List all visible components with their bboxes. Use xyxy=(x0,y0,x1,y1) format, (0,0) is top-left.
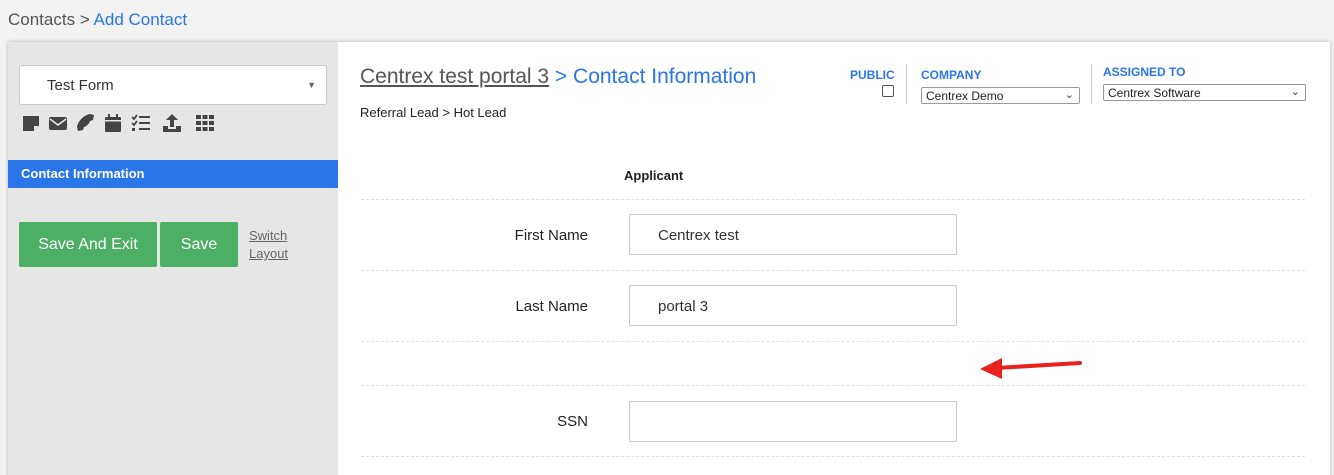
first-name-field[interactable]: Centrex test xyxy=(629,214,957,255)
assigned-to-label: ASSIGNED TO xyxy=(1103,65,1186,79)
calendar-icon[interactable] xyxy=(103,113,123,133)
breadcrumb-contacts[interactable]: Contacts xyxy=(8,10,75,29)
divider xyxy=(906,64,907,104)
annotation-arrow-icon xyxy=(980,358,1082,379)
assigned-to-select[interactable]: Centrex Software ⌄ xyxy=(1103,84,1306,101)
last-name-field[interactable]: portal 3 xyxy=(629,285,957,326)
ssn-label: SSN xyxy=(557,413,588,430)
section-title: > Contact Information xyxy=(549,65,757,88)
note-icon[interactable] xyxy=(21,113,41,133)
breadcrumb-add-contact[interactable]: Add Contact xyxy=(94,10,188,29)
company-select[interactable]: Centrex Demo ⌄ xyxy=(921,87,1080,104)
row-divider xyxy=(361,385,1305,386)
row-divider xyxy=(361,341,1305,342)
sidebar: Test Form ▼ Contact Information Save And… xyxy=(8,42,338,475)
form-select-value: Test Form xyxy=(47,77,114,94)
chevron-down-icon: ▼ xyxy=(307,80,316,90)
grid-icon[interactable] xyxy=(195,113,215,133)
row-divider xyxy=(361,270,1305,271)
main-content: Centrex test portal 3 > Contact Informat… xyxy=(338,42,1330,475)
divider xyxy=(1091,64,1092,104)
checklist-icon[interactable] xyxy=(131,113,151,133)
portal-title-link[interactable]: Centrex test portal 3 xyxy=(360,65,549,88)
ssn-field[interactable] xyxy=(629,401,957,442)
sidebar-item-contact-information[interactable]: Contact Information xyxy=(8,160,338,188)
page-title: Centrex test portal 3 > Contact Informat… xyxy=(360,65,756,89)
company-select-value: Centrex Demo xyxy=(926,89,1004,103)
first-name-label: First Name xyxy=(514,227,588,244)
public-checkbox[interactable] xyxy=(882,85,894,97)
breadcrumb: Contacts > Add Contact xyxy=(8,10,187,30)
row-divider xyxy=(361,199,1305,200)
breadcrumb-separator: > xyxy=(75,10,94,29)
save-and-exit-button[interactable]: Save And Exit xyxy=(19,222,157,267)
last-name-label: Last Name xyxy=(515,298,588,315)
lead-status-breadcrumb: Referral Lead > Hot Lead xyxy=(360,105,507,120)
row-divider xyxy=(361,456,1305,457)
upload-icon[interactable] xyxy=(162,113,182,133)
phone-icon[interactable] xyxy=(76,113,96,133)
switch-layout-link[interactable]: Switch Layout xyxy=(249,227,309,263)
chevron-down-icon: ⌄ xyxy=(1064,89,1074,101)
form-select[interactable]: Test Form ▼ xyxy=(19,65,327,105)
section-heading-applicant: Applicant xyxy=(624,168,684,183)
public-label: PUBLIC xyxy=(850,68,895,82)
contact-panel: Test Form ▼ Contact Information Save And… xyxy=(8,42,1330,475)
assigned-to-select-value: Centrex Software xyxy=(1108,86,1201,100)
chevron-down-icon: ⌄ xyxy=(1290,86,1300,98)
save-button[interactable]: Save xyxy=(160,222,238,267)
mail-icon[interactable] xyxy=(48,113,68,133)
company-label: COMPANY xyxy=(921,68,982,82)
